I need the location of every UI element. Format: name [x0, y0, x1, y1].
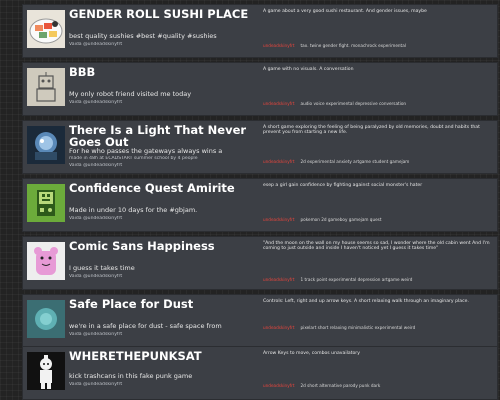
game-subtitle: best quality sushies #best #quality #sus… — [69, 33, 217, 40]
game-subtitle: I guess it takes time — [69, 265, 135, 272]
game-card-gender-roll[interactable]: GENDER ROLL SUSHI PLACE best quality sus… — [22, 4, 498, 58]
game-author[interactable]: Vaida @undeadskinyfrt — [69, 216, 279, 222]
game-card-there-is-a-light[interactable]: There Is a Light That Never Goes Out For… — [22, 120, 498, 174]
game-tags: 2d experimental anxiety artgame student … — [300, 159, 410, 164]
game-title[interactable]: There Is a Light That Never Goes Out — [69, 124, 279, 148]
game-author[interactable]: Vaida @undeadskinyfrt — [69, 163, 279, 169]
game-subtitle: we're in a safe place for dust - safe sp… — [69, 323, 222, 330]
game-title[interactable]: BBB — [69, 66, 279, 78]
game-author[interactable]: Vaida @undeadskinyfrt — [69, 382, 279, 388]
game-card-comic-sans[interactable]: Comic Sans Happiness I guess it takes ti… — [22, 236, 498, 290]
game-tags: 2d short alternative parody punk dark — [300, 383, 381, 388]
game-author[interactable]: Vaida @undeadskinyfrt — [69, 332, 279, 338]
game-author[interactable]: Vaida @undeadskinyfrt — [69, 42, 279, 48]
game-subtitle: kick trashcans in this fake punk game — [69, 373, 193, 380]
author-handle[interactable]: undeadskinyfrt — [263, 277, 295, 282]
game-card-wherethepunksat[interactable]: WHERETHEPUNKSAT kick trashcans in this f… — [22, 346, 498, 400]
game-meta: undeadskinyfrt 2d short alternative parod… — [263, 383, 495, 389]
game-description: Arrow Keys to move, combos unavailatory — [263, 351, 360, 356]
game-meta: undeadskinyfrt pixelart short relaxing mi… — [263, 325, 495, 331]
author-handle[interactable]: undeadskinyfrt — [263, 43, 295, 48]
game-tags: pokemon 2d gameboy gamejam quest — [300, 217, 382, 222]
game-meta: undeadskinyfrt tax. twine gender fight. m… — [263, 43, 495, 49]
game-meta: undeadskinyfrt 1 track point experimental… — [263, 277, 495, 283]
robot-sketch-icon[interactable] — [27, 68, 65, 106]
game-author[interactable]: Vaida @undeadskinyfrt — [69, 100, 279, 106]
pink-bear-icon[interactable] — [27, 242, 65, 280]
game-subtitle-note: made in 48h at ECADSTART summer school b… — [69, 156, 198, 161]
game-title[interactable]: GENDER ROLL SUSHI PLACE — [69, 8, 279, 20]
game-author[interactable]: Vaida @undeadskinyfrt — [69, 274, 279, 280]
game-description: A game with no visuals. A conversation — [263, 67, 354, 72]
game-description: A short game exploring the feeling of be… — [263, 125, 480, 136]
game-meta: undeadskinyfrt pokemon 2d gameboy gamejam… — [263, 217, 495, 223]
author-handle[interactable]: undeadskinyfrt — [263, 159, 295, 164]
author-handle[interactable]: undeadskinyfrt — [263, 325, 295, 330]
sushi-plate-icon[interactable] — [27, 10, 65, 48]
game-tags: audio voice experimental depressive conv… — [300, 101, 407, 106]
game-card-safe-place[interactable]: Safe Place for Dust we're in a safe plac… — [22, 294, 498, 348]
game-description: A game about a very good sushi restauran… — [263, 9, 427, 14]
game-tags: tax. twine gender fight. monachrock expe… — [300, 43, 406, 48]
helmet-icon[interactable] — [27, 126, 65, 164]
game-description: esep a girl gain confidence by fighting … — [263, 183, 423, 188]
game-description: "And the moon on the wall on my house se… — [263, 241, 490, 252]
game-title[interactable]: Safe Place for Dust — [69, 298, 279, 310]
gameboy-icon[interactable] — [27, 184, 65, 222]
author-handle[interactable]: undeadskinyfrt — [263, 383, 295, 388]
punk-figure-icon[interactable] — [27, 352, 65, 390]
game-tags: pixelart short relaxing minimalistic exp… — [300, 325, 416, 330]
game-subtitle: My only robot friend visited me today — [69, 91, 192, 98]
game-title[interactable]: Comic Sans Happiness — [69, 240, 279, 252]
teal-orb-icon[interactable] — [27, 300, 65, 338]
game-card-bbb[interactable]: BBB My only robot friend visited me toda… — [22, 62, 498, 116]
author-handle[interactable]: undeadskinyfrt — [263, 101, 295, 106]
game-title[interactable]: Confidence Quest Amirite — [69, 182, 279, 194]
game-card-confidence-quest[interactable]: Confidence Quest Amirite Made in under 1… — [22, 178, 498, 232]
game-subtitle: Made in under 10 days for the #gbjam. — [69, 207, 198, 214]
author-handle[interactable]: undeadskinyfrt — [263, 217, 295, 222]
game-meta: undeadskinyfrt audio voice experimental d… — [263, 101, 495, 107]
game-description: Controls: Left, right and up arrow keys.… — [263, 299, 469, 304]
game-title[interactable]: WHERETHEPUNKSAT — [69, 350, 279, 362]
game-subtitle: For he who passes the gateways always wi… — [69, 148, 223, 155]
game-tags: 1 track point experimental depression ar… — [300, 277, 413, 282]
game-meta: undeadskinyfrt 2d experimental anxiety ar… — [263, 159, 495, 165]
